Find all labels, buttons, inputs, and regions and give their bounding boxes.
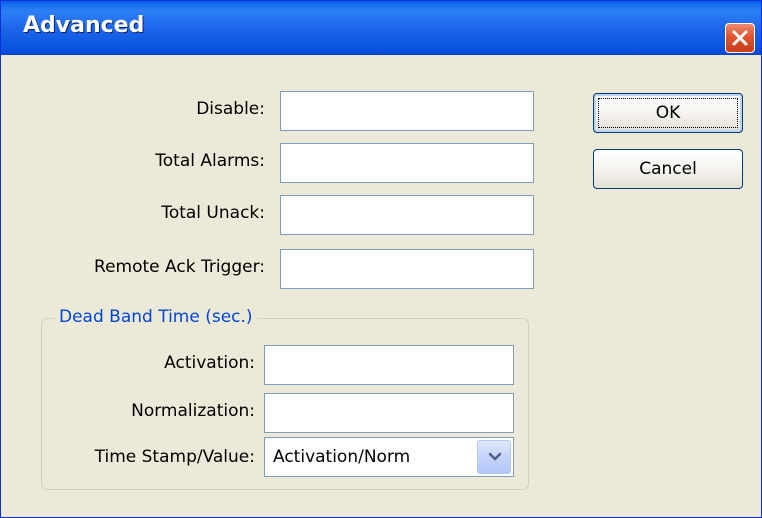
timestamp-value-selected: Activation/Norm [273, 447, 411, 467]
activation-label: Activation: [164, 353, 255, 373]
normalization-label: Normalization: [131, 401, 255, 421]
total-unack-label: Total Unack: [161, 203, 265, 223]
focus-rectangle [598, 98, 738, 128]
disable-field[interactable] [280, 91, 534, 131]
disable-label: Disable: [196, 99, 265, 119]
close-button[interactable] [725, 23, 755, 53]
remote-ack-trigger-label: Remote Ack Trigger: [94, 257, 265, 277]
dialog-body: Disable: Total Alarms: Total Unack: Remo… [5, 55, 757, 513]
title-bar[interactable]: Advanced [1, 1, 761, 55]
dead-band-legend: Dead Band Time (sec.) [55, 307, 257, 327]
timestamp-value-label: Time Stamp/Value: [94, 447, 255, 467]
timestamp-value-select[interactable]: Activation/Norm [264, 437, 514, 477]
window-title: Advanced [23, 13, 145, 38]
total-alarms-label: Total Alarms: [155, 151, 265, 171]
cancel-button-label: Cancel [639, 159, 697, 179]
normalization-field[interactable] [264, 393, 514, 433]
advanced-dialog: Advanced Disable: Total Alarms: Total Un… [0, 0, 762, 518]
total-alarms-field[interactable] [280, 143, 534, 183]
total-unack-field[interactable] [280, 195, 534, 235]
activation-field[interactable] [264, 345, 514, 385]
ok-button[interactable]: OK [593, 93, 743, 133]
remote-ack-trigger-field[interactable] [280, 249, 534, 289]
dropdown-button[interactable] [477, 440, 511, 474]
cancel-button[interactable]: Cancel [593, 149, 743, 189]
